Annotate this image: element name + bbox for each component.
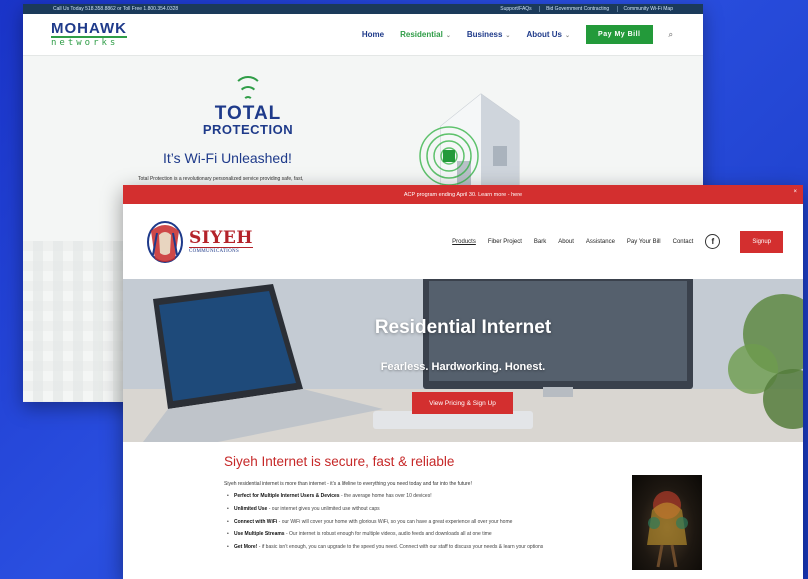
nav-business[interactable]: Business ⌄ xyxy=(467,30,511,39)
mohawk-top-links: Support/FAQs Bid Government Contracting … xyxy=(488,6,673,12)
alert-text[interactable]: ACP program ending April 30. Learn more … xyxy=(404,192,522,198)
feature-title: Connect with WiFi xyxy=(234,518,278,525)
nav-home[interactable]: Home xyxy=(362,30,384,39)
hero-tagline: Fearless. Hardworking. Honest. xyxy=(380,361,546,373)
total-protection-logo: TOTAL PROTECTION xyxy=(188,76,308,137)
facebook-icon[interactable]: f xyxy=(705,234,721,249)
mohawk-call-text: Call Us Today 518.358.8862 or Toll Free … xyxy=(53,6,179,12)
hero-description: Total Protection is a revolutionary pers… xyxy=(138,176,304,182)
top-link-bid[interactable]: Bid Government Contracting xyxy=(539,6,610,12)
mohawk-logo-top: MOHAWK xyxy=(51,20,127,37)
feature-title: Perfect for Multiple Internet Users & De… xyxy=(234,493,340,499)
total-protection-line2: PROTECTION xyxy=(202,122,294,137)
nav-fiber-project[interactable]: Fiber Project xyxy=(488,239,522,245)
feature-text: - our internet gives you unlimited use w… xyxy=(267,505,380,512)
nav-products[interactable]: Products xyxy=(452,239,476,245)
hero-slogan: It’s Wi-Fi Unleashed! xyxy=(163,150,292,166)
search-icon[interactable]: ⌕ xyxy=(669,30,673,40)
view-pricing-button[interactable]: View Pricing & Sign Up xyxy=(412,392,513,414)
pay-my-bill-button[interactable]: Pay My Bill xyxy=(586,25,653,44)
top-link-support[interactable]: Support/FAQs xyxy=(494,6,531,12)
list-item: Perfect for Multiple Internet Users & De… xyxy=(224,493,614,501)
chevron-down-icon: ⌄ xyxy=(445,33,451,39)
mohawk-logo-bottom: networks xyxy=(51,36,127,48)
siyeh-menu: Products Fiber Project Bark About Assist… xyxy=(452,230,783,253)
feature-title: Unlimited Use xyxy=(234,505,268,512)
feature-text: - the average home has over 10 devices! xyxy=(339,493,432,499)
hero-title: Residential Internet xyxy=(374,317,552,338)
nav-residential-label: Residential xyxy=(400,30,443,39)
siyeh-logo[interactable]: SIYEH COMMUNICATIONS xyxy=(145,219,253,265)
list-item: Connect with WiFi - our WiFi will cover … xyxy=(224,519,614,527)
top-link-wifi-map[interactable]: Community Wi-Fi Map xyxy=(616,6,673,12)
feature-text: - Our internet is robust enough for mult… xyxy=(284,531,492,538)
siyeh-content: Siyeh Internet is secure, fast & reliabl… xyxy=(123,442,803,570)
feature-text: - our WiFi will cover your home with glo… xyxy=(277,518,513,525)
siyeh-navbar: SIYEH COMMUNICATIONS Products Fiber Proj… xyxy=(123,204,803,279)
feature-text: - if basic isn’t enough, you can upgrade… xyxy=(257,544,544,550)
close-icon[interactable]: × xyxy=(793,189,797,195)
siyeh-hero: Residential Internet Fearless. Hardworki… xyxy=(123,279,803,442)
intro-text: Siyeh residential internet is more than … xyxy=(224,481,472,487)
siyeh-logo-sub: COMMUNICATIONS xyxy=(189,246,253,254)
nav-residential[interactable]: Residential ⌄ xyxy=(400,30,451,39)
list-item: Use Multiple Streams - Our internet is r… xyxy=(224,531,614,539)
chevron-down-icon: ⌄ xyxy=(565,33,571,39)
mohawk-logo[interactable]: MOHAWK networks xyxy=(51,21,127,48)
total-protection-line1: TOTAL xyxy=(214,103,282,124)
list-item: Get More! - if basic isn’t enough, you c… xyxy=(224,544,614,552)
siyeh-wordmark: SIYEH COMMUNICATIONS xyxy=(189,227,253,254)
nav-about-siyeh[interactable]: About xyxy=(558,239,574,245)
feature-title: Get More! xyxy=(234,544,258,550)
nav-bark[interactable]: Bark xyxy=(534,239,546,245)
nav-about-label: About Us xyxy=(526,30,563,39)
feature-title: Use Multiple Streams xyxy=(234,531,285,538)
mohawk-menu: Home Residential ⌄ Business ⌄ About Us ⌄ Pa… xyxy=(362,25,673,44)
siyeh-logo-word: SIYEH xyxy=(189,227,253,248)
nav-assistance[interactable]: Assistance xyxy=(586,239,615,245)
acp-alert-bar: ACP program ending April 30. Learn more … xyxy=(123,185,803,204)
nav-about[interactable]: About Us ⌄ xyxy=(526,30,570,39)
chevron-down-icon: ⌄ xyxy=(505,33,511,39)
dancer-photo xyxy=(632,475,702,570)
wifi-icon xyxy=(233,76,263,106)
nav-pay-your-bill[interactable]: Pay Your Bill xyxy=(627,239,661,245)
nav-contact[interactable]: Contact xyxy=(673,239,694,245)
mohawk-topbar: Call Us Today 518.358.8862 or Toll Free … xyxy=(23,4,703,14)
feature-list: Perfect for Multiple Internet Users & De… xyxy=(224,493,614,552)
nav-business-label: Business xyxy=(466,30,503,39)
section-title: Siyeh Internet is secure, fast & reliabl… xyxy=(224,454,455,469)
signup-button[interactable]: Signup xyxy=(740,230,783,253)
mohawk-navbar: MOHAWK networks Home Residential ⌄ Busine… xyxy=(23,14,703,56)
siyeh-window: ACP program ending April 30. Learn more … xyxy=(123,185,803,579)
chief-emblem-icon xyxy=(147,220,183,263)
list-item: Unlimited Use - our internet gives you u… xyxy=(224,506,614,514)
